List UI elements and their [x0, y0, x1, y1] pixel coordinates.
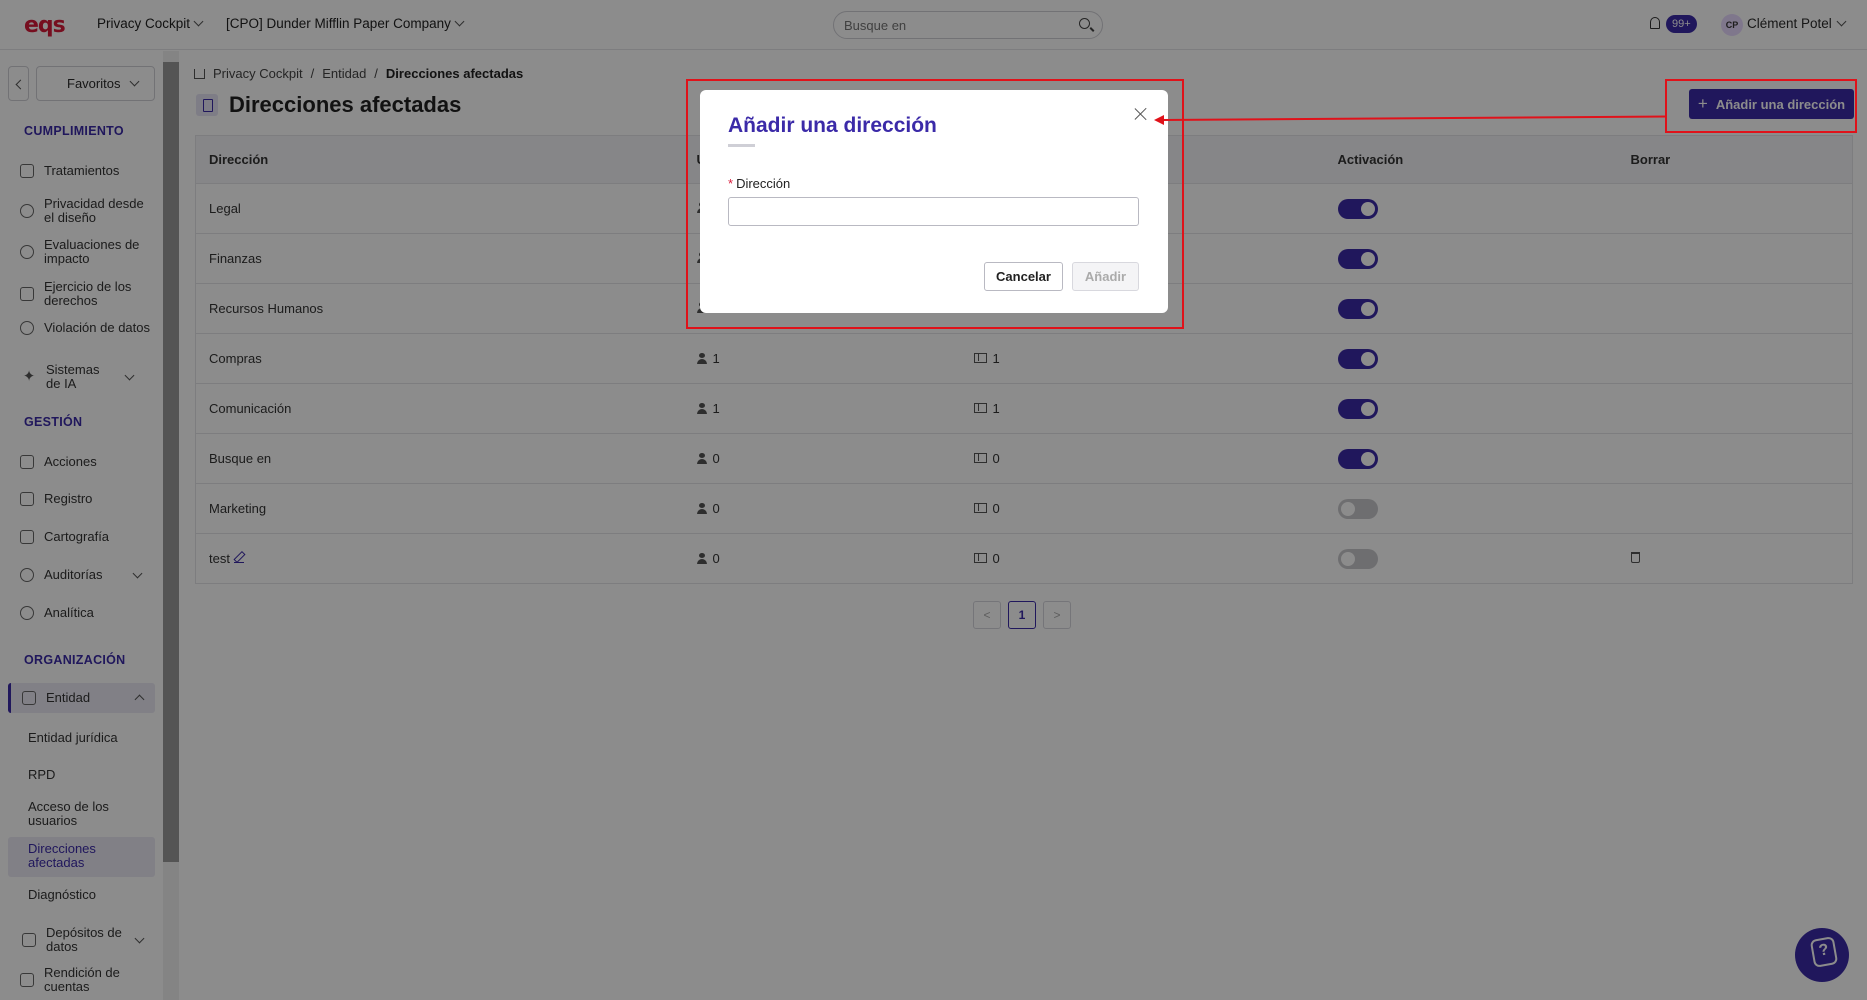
annotation-arrow-head	[1154, 115, 1164, 125]
annotation-box-add-button	[1665, 79, 1857, 133]
annotation-box-modal	[686, 79, 1184, 329]
